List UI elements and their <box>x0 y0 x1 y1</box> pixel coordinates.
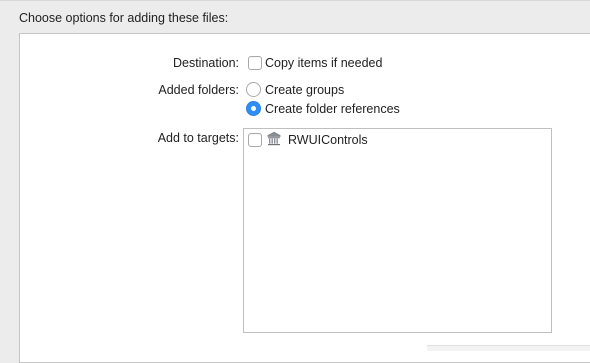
add-files-options-dialog: Choose options for adding these files: D… <box>0 0 590 363</box>
bottom-strip <box>427 345 590 351</box>
added-folders-label: Added folders: <box>158 83 239 97</box>
target-rwuicontrols-label[interactable]: RWUIControls <box>288 133 368 147</box>
destination-label: Destination: <box>172 56 239 70</box>
framework-target-icon <box>266 131 282 147</box>
create-groups-label[interactable]: Create groups <box>265 83 344 97</box>
create-folder-references-radio[interactable] <box>246 101 261 116</box>
create-groups-radio[interactable] <box>246 82 261 97</box>
target-rwuicontrols-checkbox[interactable] <box>248 133 262 147</box>
copy-items-label[interactable]: Copy items if needed <box>265 56 382 70</box>
copy-items-checkbox[interactable] <box>248 56 262 70</box>
targets-list[interactable] <box>243 128 552 333</box>
dialog-header: Choose options for adding these files: <box>19 11 229 25</box>
top-divider <box>0 0 590 1</box>
add-to-targets-label: Add to targets: <box>157 131 239 145</box>
create-folder-references-label[interactable]: Create folder references <box>265 102 400 116</box>
